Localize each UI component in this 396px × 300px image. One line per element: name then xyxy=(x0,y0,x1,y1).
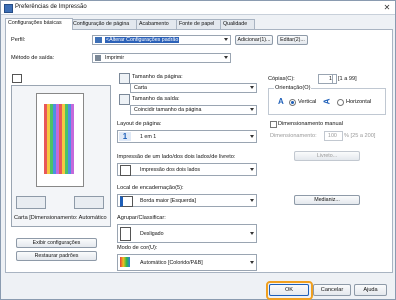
portrait-radio[interactable] xyxy=(289,99,296,106)
profile-label: Perfil: xyxy=(11,37,26,43)
duplex-icon xyxy=(120,165,131,176)
tab-basic-settings[interactable]: Configurações básicas xyxy=(5,18,73,30)
profile-value: <Alterar Configurações padrão xyxy=(105,37,180,43)
duplex-select[interactable]: Impressão dos dois lados xyxy=(117,163,257,176)
output-size-value: Coincidir tamanho da página xyxy=(134,107,202,113)
print-preview: Carta [Dimensionamento: Automático xyxy=(11,85,111,227)
collate-value: Desligado xyxy=(140,231,164,237)
page-size-icon xyxy=(119,73,130,84)
edit-profile-button[interactable]: Editar(2)... xyxy=(277,35,308,45)
page-size-select[interactable]: Carta xyxy=(130,83,257,93)
gutter-button[interactable]: Medianiz... xyxy=(294,195,360,205)
preview-caption: Carta [Dimensionamento: Automático xyxy=(14,215,107,221)
landscape-icon: A xyxy=(322,98,332,105)
landscape-label: Horizontal xyxy=(346,99,372,105)
chevron-down-icon xyxy=(224,38,228,41)
chevron-down-icon xyxy=(250,199,254,202)
binding-icon xyxy=(120,196,133,207)
copies-spinner[interactable] xyxy=(332,75,336,83)
copies-input[interactable]: 1 xyxy=(318,74,337,84)
ok-button[interactable]: OK xyxy=(269,284,309,296)
chevron-down-icon xyxy=(250,135,254,138)
chevron-down-icon xyxy=(250,86,254,89)
profile-select[interactable]: <Alterar Configurações padrão xyxy=(92,35,231,45)
manual-scaling-label: Dimensionamento manual xyxy=(278,121,343,127)
landscape-radio[interactable] xyxy=(337,99,344,106)
output-method-value: Imprimir xyxy=(105,55,125,61)
profile-icon xyxy=(95,37,102,43)
color-mode-value: Automático [Colorido/P&B] xyxy=(140,260,203,266)
manual-scaling-checkbox[interactable] xyxy=(270,121,277,128)
output-size-select[interactable]: Coincidir tamanho da página xyxy=(130,105,257,115)
binding-label: Local de encadernação(5): xyxy=(117,185,184,191)
multi-page-icon[interactable] xyxy=(74,196,104,209)
color-mode-label: Modo de cor(U): xyxy=(117,245,158,251)
portrait-label: Vertical xyxy=(298,99,317,105)
tab-paper-source[interactable]: Fonte de papel xyxy=(176,19,223,29)
output-size-icon xyxy=(119,94,130,105)
layout-select[interactable]: 1 1 em 1 xyxy=(117,130,257,143)
chevron-down-icon xyxy=(224,56,228,59)
scaling-value: 100 xyxy=(328,133,337,139)
restore-defaults-button[interactable]: Restaurar padrões xyxy=(16,251,97,261)
scaling-input[interactable]: 100 xyxy=(324,131,343,141)
collate-label: Agrupar/Classificar: xyxy=(117,215,166,221)
tab-finishing[interactable]: Acabamento xyxy=(136,19,179,29)
copies-range: [1 a 99] xyxy=(338,76,357,82)
collate-select[interactable]: Desligado xyxy=(117,224,257,243)
chevron-down-icon xyxy=(250,108,254,111)
page-size-label: Tamanho da página: xyxy=(132,74,183,80)
tab-quality[interactable]: Qualidade xyxy=(220,19,255,29)
orientation-label: Orientação(O) xyxy=(274,85,312,91)
output-method-label: Método de saída: xyxy=(11,55,55,61)
page-size-value: Carta xyxy=(134,85,147,91)
output-method-select[interactable]: Imprimir xyxy=(92,53,231,63)
binding-select[interactable]: Borda maior [Esquerda] xyxy=(117,194,257,207)
copies-label: Cópias(C): xyxy=(268,76,295,82)
title-bar: Preferências de Impressão ✕ xyxy=(1,1,395,15)
layout-label: Layout de página: xyxy=(117,121,162,127)
preview-image xyxy=(44,104,74,174)
preview-mode-icon[interactable] xyxy=(12,74,22,83)
view-settings-button[interactable]: Exibir configurações xyxy=(16,238,97,248)
duplex-value: Impressão dos dois lados xyxy=(140,167,201,173)
preview-page xyxy=(36,93,84,187)
output-size-label: Tamanho da saída: xyxy=(132,96,180,102)
scaling-range: % [25 a 200] xyxy=(344,133,376,139)
cancel-button[interactable]: Cancelar xyxy=(313,284,351,296)
collate-icon xyxy=(120,227,131,241)
color-mode-select[interactable]: Automático [Colorido/P&B] xyxy=(117,254,257,271)
settings-panel: Perfil: <Alterar Configurações padrão Ad… xyxy=(5,29,393,273)
page-order-icon[interactable] xyxy=(16,196,46,209)
booklet-button[interactable]: Livreto... xyxy=(294,151,360,161)
printer-app-icon xyxy=(4,4,13,13)
help-button[interactable]: Ajuda xyxy=(354,284,387,296)
window-title: Preferências de Impressão xyxy=(15,4,87,10)
close-icon[interactable]: ✕ xyxy=(382,3,392,12)
duplex-label: Impressão de um lado/dos dois lados/de l… xyxy=(117,154,236,160)
layout-icon: 1 xyxy=(119,132,131,141)
print-icon xyxy=(95,55,101,61)
chevron-down-icon xyxy=(250,261,254,264)
tab-page-setup[interactable]: Configuração de página xyxy=(70,19,139,29)
layout-value: 1 em 1 xyxy=(140,134,157,140)
binding-value: Borda maior [Esquerda] xyxy=(140,198,196,204)
scaling-label: Dimensionamento: xyxy=(270,133,317,139)
print-preferences-window: Preferências de Impressão ✕ Configuraçõe… xyxy=(0,0,396,300)
add-profile-button[interactable]: Adicionar(1)... xyxy=(235,35,273,45)
chevron-down-icon xyxy=(250,168,254,171)
portrait-icon: A xyxy=(278,97,284,106)
color-mode-icon xyxy=(120,257,130,267)
chevron-down-icon xyxy=(250,232,254,235)
